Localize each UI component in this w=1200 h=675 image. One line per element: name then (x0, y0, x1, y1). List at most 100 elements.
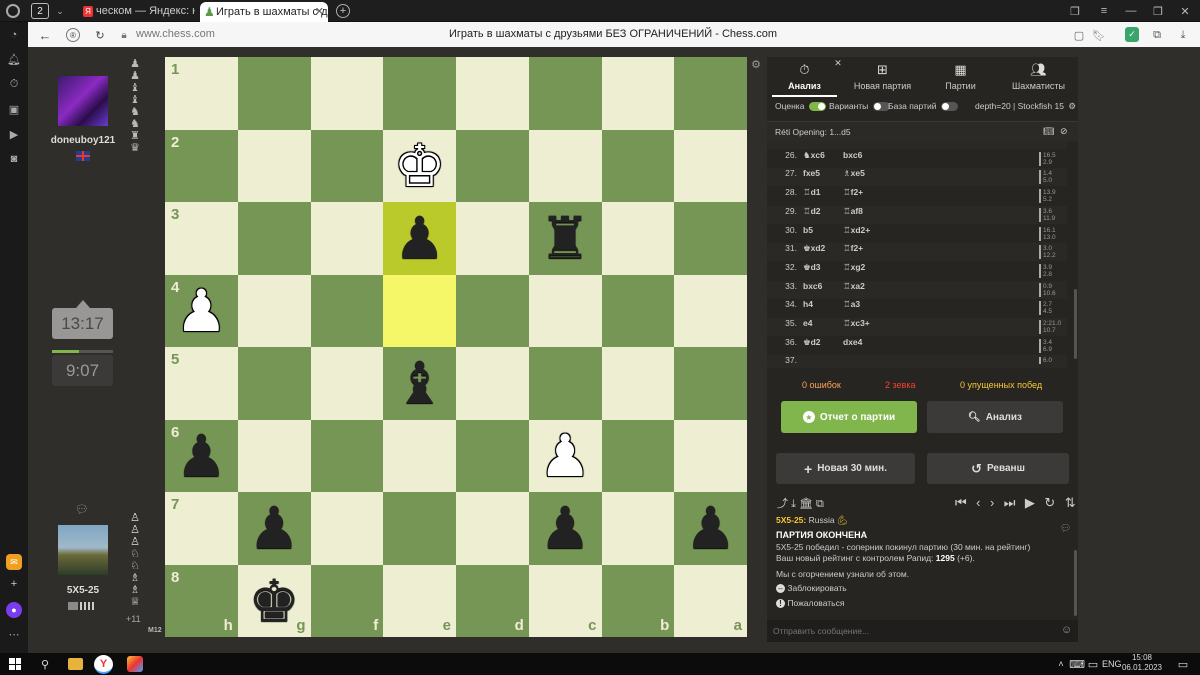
black-move[interactable]: bxc6 (843, 150, 862, 160)
chess-board[interactable]: 1 2 ♚ 3 ♟ ♜ 4 ♟ 5 ♝ 6 ♟ ♟ 7 ♟ ♟ ♟ 8 h g ♚ f e d c b a (165, 57, 747, 637)
clock-settings-icon[interactable]: ⊘ (1060, 126, 1068, 137)
square-d2[interactable] (456, 129, 529, 202)
url-text[interactable]: www.chess.com (136, 28, 215, 40)
block-user[interactable]: – Заблокировать (776, 583, 847, 593)
more-dots-icon[interactable]: ⋯ (7, 627, 21, 641)
emoji-icon[interactable]: ☺ (1061, 624, 1072, 636)
history-icon[interactable]: ⏱ (7, 77, 21, 91)
search-icon[interactable]: ⚲ (38, 657, 52, 671)
chat-options-icon[interactable]: 💬︎ (1060, 523, 1071, 534)
square-f3[interactable] (310, 202, 384, 275)
square-a6[interactable] (674, 419, 747, 492)
square-g4[interactable] (237, 274, 311, 347)
camera-icon[interactable]: ◙ (7, 152, 21, 166)
square-g7[interactable]: ♟ (237, 492, 311, 565)
square-c4[interactable] (528, 274, 602, 347)
square-f2[interactable] (310, 129, 384, 202)
square-f1[interactable] (310, 57, 384, 130)
white-pawn-piece[interactable]: ♟ (529, 420, 602, 493)
first-move-icon[interactable]: ⏮ (955, 495, 967, 511)
square-a1[interactable] (674, 57, 747, 130)
tab-players[interactable]: 👥︎ Шахматисты (1001, 62, 1076, 91)
square-b2[interactable] (601, 129, 675, 202)
square-c8[interactable]: c (528, 564, 602, 637)
black-pawn-piece[interactable]: ♟ (383, 202, 456, 275)
black-move[interactable]: ♗xe5 (843, 168, 865, 179)
square-c7[interactable]: ♟ (528, 492, 602, 565)
white-move[interactable]: ♖d1 (803, 187, 821, 198)
browser-logo-icon[interactable] (6, 4, 20, 18)
chat-scrollbar[interactable] (1074, 550, 1077, 616)
analysis-button[interactable]: 🔍︎ Анализ (927, 401, 1063, 433)
square-d6[interactable] (456, 419, 529, 492)
square-e7[interactable] (383, 492, 456, 565)
black-pawn-piece[interactable]: ♟ (165, 420, 238, 493)
tab-menu-chevron-icon[interactable]: ⌄ (53, 4, 67, 18)
bookmark-icon[interactable]: 🔖︎ (1092, 28, 1106, 42)
top-player-avatar[interactable] (58, 76, 108, 126)
chat-input[interactable] (773, 624, 1053, 638)
close-window-icon[interactable]: ✕ (1178, 4, 1192, 18)
tab-analysis[interactable]: ⏱ Анализ (767, 62, 842, 91)
black-bishop-piece[interactable]: ♝ (383, 347, 456, 420)
share-icon[interactable]: ⤴ (777, 498, 788, 510)
new-game-button[interactable]: + Новая 30 мин. (776, 453, 915, 484)
black-pawn-piece[interactable]: ♟ (529, 492, 602, 565)
square-e8[interactable]: e (383, 564, 456, 637)
white-king-piece[interactable]: ♚ (383, 130, 456, 203)
white-move[interactable]: b5 (803, 225, 813, 235)
prev-move-icon[interactable]: ‹ (976, 495, 980, 510)
move-list[interactable]: 25.b4e512.326. ♞xc6 bxc6 16.52.9 27. fxe5 ♗xe5… (767, 141, 1078, 368)
add-panel-plus-icon[interactable]: + (7, 577, 21, 591)
screenshot-icon[interactable]: ⧉ (816, 498, 824, 510)
square-a3[interactable] (674, 202, 747, 275)
square-h8[interactable]: 8h (165, 564, 238, 637)
square-c3[interactable]: ♜ (528, 202, 602, 275)
bottom-player-name[interactable]: 5X5-25 (40, 585, 126, 596)
last-move-icon[interactable]: ⏭ (1004, 495, 1016, 511)
download-icon[interactable]: ⤓ (1176, 28, 1190, 42)
white-pawn-piece[interactable]: ♟ (165, 275, 238, 348)
tab-counter[interactable]: 2 (31, 3, 49, 19)
opening-name[interactable]: Réti Opening: 1...d5 (775, 127, 851, 137)
black-move[interactable]: dxe4 (843, 337, 862, 347)
translate-icon[interactable]: ⧉ (1150, 28, 1164, 42)
square-g1[interactable] (237, 57, 311, 130)
windows-start-icon[interactable] (9, 658, 21, 670)
refresh-icon[interactable]: ↻ (1044, 495, 1055, 511)
close-tab-icon[interactable]: ✕ (315, 2, 324, 22)
minimize-icon[interactable]: — (1124, 4, 1138, 18)
square-b8[interactable]: b (601, 564, 675, 637)
file-explorer-icon[interactable] (68, 658, 83, 670)
board-settings-gear-icon[interactable]: ⚙ (750, 58, 762, 71)
clock-time[interactable]: 15:08 (1124, 653, 1160, 662)
maximize-icon[interactable]: ❐ (1151, 4, 1165, 18)
square-e5[interactable]: ♝ (383, 347, 456, 420)
yandex-browser-icon[interactable]: Y (94, 655, 113, 674)
black-move[interactable]: ♖af8 (843, 206, 863, 217)
black-move[interactable]: ♖xa2 (843, 281, 865, 292)
square-g3[interactable] (237, 202, 311, 275)
black-rook-piece[interactable]: ♜ (529, 202, 602, 275)
move-list-scrollbar[interactable] (1074, 289, 1077, 359)
next-move-icon[interactable]: › (990, 495, 994, 510)
chat-player-name[interactable]: 5X5-25: (776, 515, 806, 525)
tab-yandex[interactable]: Я ческом — Яндекс: нашло (80, 3, 195, 20)
square-d1[interactable] (456, 57, 529, 130)
chat-bubble-icon[interactable]: 💬︎ (75, 503, 89, 516)
top-player-name[interactable]: doneuboy121 (40, 135, 126, 146)
white-move[interactable]: ♖d2 (803, 206, 821, 217)
white-move[interactable]: ♞xc6 (803, 150, 825, 161)
square-d4[interactable] (456, 274, 529, 347)
square-f7[interactable] (310, 492, 384, 565)
alice-assistant-icon[interactable]: ● (6, 602, 22, 618)
report-user[interactable]: ! Пожаловаться (776, 598, 844, 608)
square-c2[interactable] (528, 129, 602, 202)
white-move[interactable]: ♚d3 (803, 262, 821, 273)
engine-info[interactable]: depth=20 | Stockfish 15 ⚙ (975, 101, 1076, 112)
book-icon[interactable]: 📖︎ (1043, 126, 1054, 137)
white-move[interactable]: fxe5 (803, 168, 820, 178)
shield-icon[interactable]: ✓ (1125, 27, 1139, 42)
square-e1[interactable] (383, 57, 456, 130)
black-pawn-piece[interactable]: ♟ (238, 492, 311, 565)
